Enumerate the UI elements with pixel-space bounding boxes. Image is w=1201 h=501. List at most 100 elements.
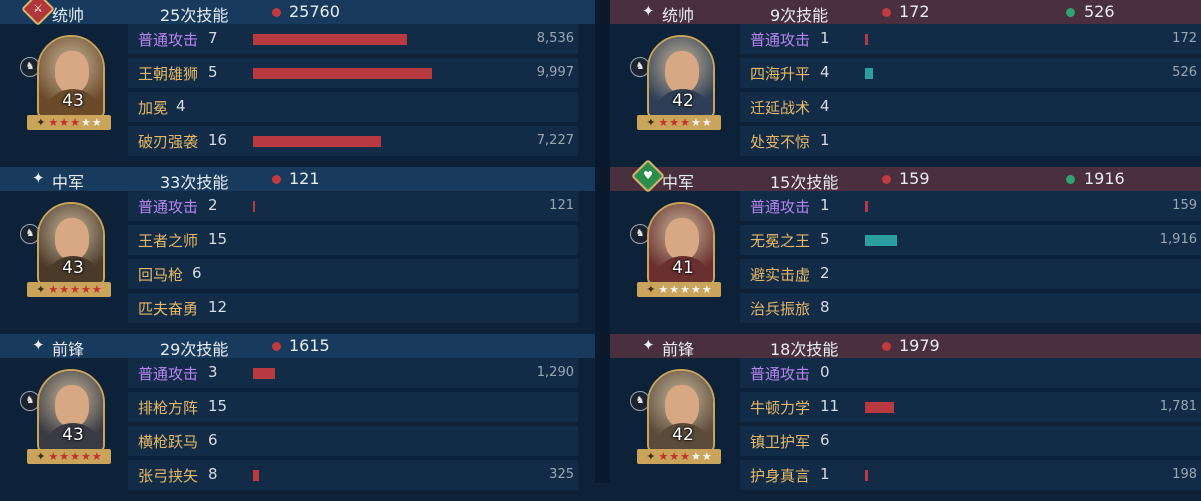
skill-count: 2 xyxy=(820,264,830,282)
damage-total: 121 xyxy=(289,169,320,188)
skill-count: 6 xyxy=(208,431,218,449)
general-role: 前锋 xyxy=(52,340,85,359)
skill-value: 198 xyxy=(1172,467,1197,482)
general-block[interactable]: ⚔ 统帅 25次技能 25760 ♞ 43 ✦ ★ ★ ★ ★ ★ 普通攻击 7 8,536 王朝雄狮 5 9,9… xyxy=(0,0,595,167)
skill-row[interactable]: 治兵振旅 8 xyxy=(740,293,1201,323)
star-icon: ★ xyxy=(48,116,59,129)
skill-name: 牛顿力学 xyxy=(750,399,811,417)
general-block[interactable]: ✦ 中军 33次技能 121 ♞ 43 ✦ ★ ★ ★ ★ ★ 普通攻击 2 121 王者之师 15 回马枪 6 匹夫… xyxy=(0,167,595,334)
heal-total: 1916 xyxy=(1084,169,1125,188)
skill-row[interactable]: 无冕之王 5 1,916 xyxy=(740,225,1201,255)
skill-row[interactable]: 普通攻击 3 1,290 xyxy=(128,358,578,388)
general-avatar[interactable]: ♞ 42 ✦ ★ ★ ★ ★ ★ xyxy=(630,369,724,469)
skill-row[interactable]: 普通攻击 1 159 xyxy=(740,191,1201,221)
skill-row[interactable]: 加冕 4 xyxy=(128,92,578,122)
skill-name: 治兵振旅 xyxy=(750,300,811,318)
skill-row[interactable]: 王者之师 15 xyxy=(128,225,578,255)
general-block[interactable]: ✦ 统帅 9次技能 172 526 ♞ 42 ✦ ★ ★ ★ ★ ★ 普通攻击 1 172 四海升平 4 526 迁延… xyxy=(610,0,1201,167)
skill-value: 7,227 xyxy=(536,133,574,148)
skill-name: 匹夫奋勇 xyxy=(138,300,199,318)
skill-row[interactable]: 破刃强袭 16 7,227 xyxy=(128,126,578,156)
skill-damage-bar xyxy=(253,368,275,379)
skill-count: 4 xyxy=(820,97,830,115)
damage-dot-icon xyxy=(882,175,891,184)
skill-damage-bar xyxy=(865,68,873,79)
general-level: 43 xyxy=(62,258,84,278)
skill-row[interactable]: 张弓挟矢 8 325 xyxy=(128,460,578,490)
skill-row[interactable]: 普通攻击 7 8,536 xyxy=(128,24,578,54)
skill-count: 0 xyxy=(820,363,830,381)
skill-count: 1 xyxy=(820,29,830,47)
skill-name: 回马枪 xyxy=(138,266,184,284)
star-icon: ✦ xyxy=(642,2,655,20)
skill-row[interactable]: 牛顿力学 11 1,781 xyxy=(740,392,1201,422)
skill-row[interactable]: 迁延战术 4 xyxy=(740,92,1201,122)
skill-value: 9,997 xyxy=(536,65,574,80)
general-avatar[interactable]: ♞ 42 ✦ ★ ★ ★ ★ ★ xyxy=(630,35,724,135)
skill-count: 1 xyxy=(820,196,830,214)
skill-value: 526 xyxy=(1172,65,1197,80)
general-level: 42 xyxy=(672,425,694,445)
general-avatar[interactable]: ♞ 41 ✦ ★ ★ ★ ★ ★ xyxy=(630,202,724,302)
heal-dot-icon xyxy=(1066,8,1075,17)
star-rating: ✦ ★ ★ ★ ★ ★ xyxy=(27,449,111,464)
general-role: 统帅 xyxy=(52,6,85,25)
skill-row[interactable]: 回马枪 6 xyxy=(128,259,578,289)
skill-value: 1,781 xyxy=(1159,399,1197,414)
skill-damage-bar xyxy=(253,201,255,212)
skill-count: 8 xyxy=(208,465,218,483)
skill-row[interactable]: 普通攻击 0 xyxy=(740,358,1201,388)
skill-count: 7 xyxy=(208,29,218,47)
star-icon: ★ xyxy=(70,450,81,463)
star-rating: ✦ ★ ★ ★ ★ ★ xyxy=(637,282,721,297)
star-icon: ★ xyxy=(669,283,680,296)
skill-value: 1,290 xyxy=(536,365,574,380)
skill-name: 普通攻击 xyxy=(138,365,199,383)
skill-damage-bar xyxy=(253,470,259,481)
general-block[interactable]: ✦ 前锋 29次技能 1615 ♞ 43 ✦ ★ ★ ★ ★ ★ 普通攻击 3 1,290 排枪方阵 15 横枪跃… xyxy=(0,334,595,501)
skill-count: 1 xyxy=(820,465,830,483)
rank-icon: ✦ xyxy=(36,116,46,129)
skill-count: 12 xyxy=(208,298,228,316)
skill-row[interactable]: 排枪方阵 15 xyxy=(128,392,578,422)
general-portrait: 43 xyxy=(37,369,105,453)
skill-name: 普通攻击 xyxy=(750,198,811,216)
skill-cast-count: 15次技能 xyxy=(770,173,839,192)
general-avatar[interactable]: ♞ 43 ✦ ★ ★ ★ ★ ★ xyxy=(20,202,114,302)
skill-row[interactable]: 横枪跃马 6 xyxy=(128,426,578,456)
skill-name: 普通攻击 xyxy=(138,198,199,216)
skill-name: 横枪跃马 xyxy=(138,433,199,451)
general-avatar[interactable]: ♞ 43 ✦ ★ ★ ★ ★ ★ xyxy=(20,35,114,135)
damage-dot-icon xyxy=(272,342,281,351)
skill-row[interactable]: 匹夫奋勇 12 xyxy=(128,293,578,323)
skill-row[interactable]: 王朝雄狮 5 9,997 xyxy=(128,58,578,88)
skill-damage-bar xyxy=(253,68,432,79)
skill-cast-count: 9次技能 xyxy=(770,6,829,25)
skill-count: 1 xyxy=(820,131,830,149)
skill-row[interactable]: 普通攻击 1 172 xyxy=(740,24,1201,54)
skill-name: 处变不惊 xyxy=(750,133,811,151)
general-level: 42 xyxy=(672,91,694,111)
skill-value: 172 xyxy=(1172,31,1197,46)
damage-dot-icon xyxy=(272,8,281,17)
general-level: 43 xyxy=(62,425,84,445)
skill-row[interactable]: 普通攻击 2 121 xyxy=(128,191,578,221)
star-icon: ★ xyxy=(669,450,680,463)
skill-row[interactable]: 镇卫护军 6 xyxy=(740,426,1201,456)
star-icon: ★ xyxy=(691,116,701,129)
skill-row[interactable]: 避实击虚 2 xyxy=(740,259,1201,289)
general-block[interactable]: ♥ 中军 15次技能 159 1916 ♞ 41 ✦ ★ ★ ★ ★ ★ 普通攻击 1 159 无冕之王 5 1,9… xyxy=(610,159,1201,334)
general-level: 41 xyxy=(672,258,694,278)
general-avatar[interactable]: ♞ 43 ✦ ★ ★ ★ ★ ★ xyxy=(20,369,114,469)
star-icon: ★ xyxy=(680,116,691,129)
star-icon: ★ xyxy=(701,116,712,129)
skill-row[interactable]: 处变不惊 1 xyxy=(740,126,1201,156)
skill-row[interactable]: 四海升平 4 526 xyxy=(740,58,1201,88)
general-level: 43 xyxy=(62,91,84,111)
star-icon: ★ xyxy=(669,116,680,129)
skill-value: 121 xyxy=(549,198,574,213)
general-block[interactable]: ✦ 前锋 18次技能 1979 ♞ 42 ✦ ★ ★ ★ ★ ★ 普通攻击 0 牛顿力学 11 1,781 镇卫护… xyxy=(610,334,1201,501)
star-rating: ✦ ★ ★ ★ ★ ★ xyxy=(27,115,111,130)
skill-row[interactable]: 护身真言 1 198 xyxy=(740,460,1201,490)
star-icon: ★ xyxy=(701,283,712,296)
